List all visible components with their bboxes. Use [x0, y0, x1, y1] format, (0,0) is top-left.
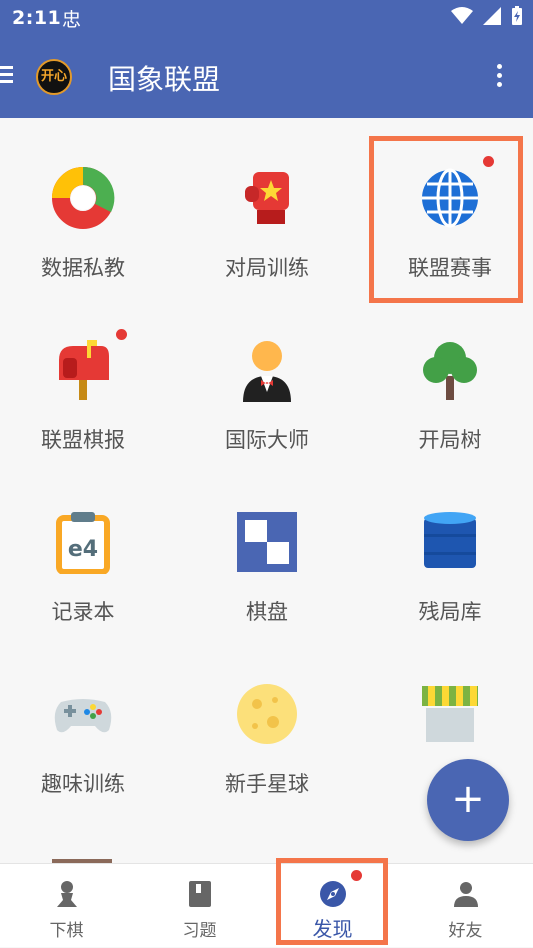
chart-donut-icon: [52, 167, 115, 229]
grid-item-label: 国际大师: [225, 428, 309, 452]
grid-item-label: 开局树: [418, 428, 482, 452]
grid-item-chessboard[interactable]: 棋盘: [192, 462, 342, 624]
bottom-navigation: 下棋 习题 发现 好友: [0, 863, 533, 947]
grid-item-label: 趣味训练: [41, 772, 125, 796]
status-icons: [451, 6, 523, 26]
app-logo: 开心: [36, 59, 72, 95]
grid-item-label: 数据私教: [41, 256, 125, 280]
more-options-icon[interactable]: [497, 64, 503, 91]
planet-icon: [237, 684, 297, 744]
add-fab-button[interactable]: +: [427, 759, 509, 841]
clipboard-label: e4: [68, 537, 98, 562]
grid-item-label: 联盟棋报: [41, 428, 125, 452]
tab-friends[interactable]: 好友: [399, 864, 532, 948]
chessboard-icon: [237, 512, 297, 572]
grid-item-label: 残局库: [418, 600, 482, 624]
grid-item-fun-training[interactable]: 趣味训练: [8, 634, 158, 796]
menu-icon[interactable]: [0, 66, 14, 84]
grid-item-notebook[interactable]: e4 记录本: [8, 462, 158, 624]
highlight-box-league-events: [369, 136, 523, 303]
book-icon: [189, 881, 211, 907]
signal-icon: [483, 7, 501, 25]
grid-item-label: 记录本: [51, 600, 115, 624]
tree-icon: [423, 342, 477, 400]
status-time: 2:11: [12, 7, 62, 29]
tab-label: 下棋: [49, 921, 84, 941]
gamepad-icon: [54, 699, 112, 733]
wifi-icon: [451, 7, 473, 24]
grid-item-opening-tree[interactable]: 开局树: [375, 290, 525, 452]
grid-item-label: 对局训练: [225, 256, 309, 280]
database-icon: [424, 512, 476, 568]
grid-item-label: 棋盘: [246, 600, 288, 624]
app-bar: 开心 国象联盟: [0, 38, 533, 118]
grid-item-league-news[interactable]: 联盟棋报: [8, 290, 158, 452]
grid-item-match-training[interactable]: 对局训练: [192, 118, 342, 280]
boxing-glove-icon: [245, 172, 289, 224]
pawn-icon: [57, 881, 77, 907]
tab-label: 好友: [448, 921, 483, 941]
grid-item-endgame-db[interactable]: 残局库: [375, 462, 525, 624]
status-bar: 2:11 忠: [0, 0, 533, 38]
battery-icon: [512, 6, 522, 25]
grid-item-newbie-planet[interactable]: 新手星球: [192, 634, 342, 796]
tab-play[interactable]: 下棋: [0, 864, 133, 948]
highlight-box-discover-tab: [276, 858, 388, 945]
master-person-icon: [243, 341, 291, 402]
mailbox-icon: [59, 340, 109, 400]
notification-dot: [116, 329, 127, 340]
page-title: 国象联盟: [108, 63, 221, 96]
grid-item-masters[interactable]: 国际大师: [192, 290, 342, 452]
tab-exercises[interactable]: 习题: [133, 864, 266, 948]
grid-item-label: 新手星球: [225, 772, 309, 796]
clipboard-icon: e4: [56, 512, 110, 574]
status-app-icon: 忠: [62, 9, 82, 31]
friend-icon: [454, 882, 478, 907]
shop-icon: [422, 686, 478, 742]
tab-label: 习题: [182, 921, 217, 941]
grid-item-data-coach[interactable]: 数据私教: [8, 118, 158, 280]
